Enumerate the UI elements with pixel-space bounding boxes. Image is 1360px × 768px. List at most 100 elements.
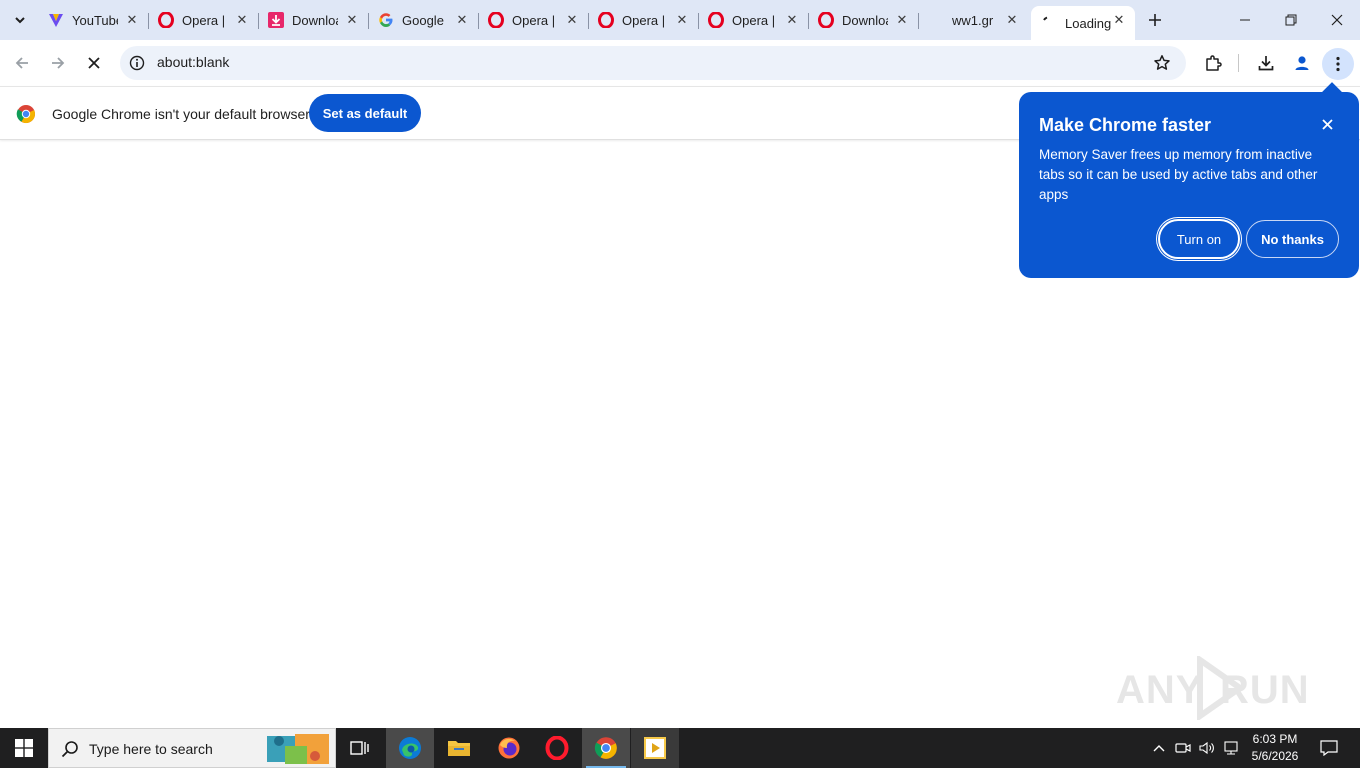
no-thanks-button[interactable]: No thanks [1246, 220, 1339, 258]
tab-title: Opera | [182, 12, 226, 28]
tray-network[interactable] [1220, 728, 1242, 768]
tab-title: Download [292, 12, 338, 28]
tab-title: YouTube [72, 12, 118, 28]
notification-icon [1320, 740, 1338, 756]
stop-loading-button[interactable] [80, 49, 108, 77]
minimize-icon [1240, 19, 1250, 21]
loading-spinner-icon [1041, 15, 1057, 31]
tab-title: Google [402, 12, 444, 28]
close-icon [1331, 14, 1343, 26]
infobar-message: Google Chrome isn't your default browser [52, 106, 310, 122]
set-as-default-button[interactable]: Set as default [309, 94, 421, 132]
back-button[interactable] [8, 49, 36, 77]
turn-on-button[interactable]: Turn on [1158, 219, 1240, 259]
tab-9[interactable]: ww1.gr ✕ [918, 6, 1028, 34]
forward-arrow-icon [52, 57, 65, 69]
tab-title: ww1.gr [952, 12, 994, 28]
tab-2[interactable]: Opera | ✕ [148, 6, 259, 34]
edge-icon [399, 737, 421, 759]
restore-button[interactable] [1268, 0, 1314, 40]
tab-5[interactable]: Opera | ✕ [478, 6, 589, 34]
taskbar-chrome[interactable] [582, 728, 630, 768]
windows-logo-icon [15, 739, 33, 757]
close-tab-icon[interactable]: ✕ [344, 12, 360, 28]
start-button[interactable] [0, 728, 48, 768]
extensions-button[interactable] [1199, 49, 1227, 77]
tab-search-button[interactable] [6, 6, 34, 34]
notifications-button[interactable] [1314, 728, 1344, 768]
close-tab-icon[interactable]: ✕ [454, 12, 470, 28]
chrome-menu-button[interactable] [1322, 48, 1354, 80]
url-text[interactable]: about:blank [157, 54, 229, 70]
minimize-button[interactable] [1222, 0, 1268, 40]
stop-icon [88, 57, 100, 69]
tab-3[interactable]: Download ✕ [258, 6, 369, 34]
close-tab-icon[interactable]: ✕ [894, 12, 910, 28]
restore-icon [1285, 14, 1297, 26]
chrome-logo-icon [16, 105, 36, 124]
screen: YouTube ✕ Opera | ✕ Download ✕ [0, 0, 1360, 768]
close-tab-icon[interactable]: ✕ [234, 12, 250, 28]
profile-avatar-icon [1295, 56, 1309, 70]
bubble-title: Make Chrome faster [1039, 115, 1212, 135]
firefox-icon [498, 737, 520, 759]
close-bubble-button[interactable] [1317, 114, 1337, 134]
task-view-button[interactable] [336, 728, 384, 768]
kebab-menu-icon [1336, 56, 1340, 72]
opera-icon [488, 12, 504, 28]
profile-button[interactable] [1288, 49, 1316, 77]
opera-icon [545, 736, 569, 760]
tab-1[interactable]: YouTube ✕ [38, 6, 149, 34]
media-player-icon [644, 737, 666, 759]
tab-title: Download [842, 12, 888, 28]
toolbar: about:blank [0, 40, 1360, 86]
forward-button[interactable] [44, 49, 72, 77]
tab-title: Opera | [512, 12, 556, 28]
taskbar-edge[interactable] [386, 728, 434, 768]
taskbar-opera[interactable] [533, 728, 581, 768]
chevron-up-icon [1153, 745, 1165, 752]
vpn-icon [48, 12, 64, 28]
search-placeholder: Type here to search [89, 741, 213, 757]
search-highlight-puzzle-icon [267, 734, 329, 764]
opera-icon [158, 12, 174, 28]
tab-6[interactable]: Opera | ✕ [588, 6, 699, 34]
volume-icon [1199, 741, 1214, 755]
downloads-button[interactable] [1252, 49, 1280, 77]
close-tab-icon[interactable]: ✕ [1004, 12, 1020, 28]
tray-volume[interactable] [1196, 728, 1218, 768]
taskbar-clock[interactable]: 6:03 PM 5/6/2026 [1246, 731, 1304, 765]
site-info-icon[interactable] [128, 54, 146, 72]
taskbar-file-explorer[interactable] [435, 728, 483, 768]
bookmark-star-icon[interactable] [1152, 53, 1172, 73]
tab-10-active[interactable]: Loading ✕ [1031, 6, 1135, 40]
bubble-body: Memory Saver frees up memory from inacti… [1039, 147, 1318, 202]
download-icon [1258, 56, 1274, 71]
folder-icon [448, 741, 470, 756]
tab-7[interactable]: Opera | ✕ [698, 6, 809, 34]
close-window-button[interactable] [1314, 0, 1360, 40]
memory-saver-promo-bubble: Make Chrome faster Memory Saver frees up… [1019, 92, 1359, 278]
tab-4[interactable]: Google ✕ [368, 6, 479, 34]
tab-title: Opera | [732, 12, 776, 28]
close-icon [1321, 118, 1333, 130]
new-tab-button[interactable] [1142, 7, 1168, 33]
close-tab-icon[interactable]: ✕ [1111, 12, 1127, 28]
taskbar-media-app[interactable] [631, 728, 679, 768]
tab-title: Loading [1065, 15, 1111, 31]
show-hidden-icons-button[interactable] [1150, 728, 1168, 768]
taskbar-search-box[interactable]: Type here to search [48, 728, 336, 768]
puzzle-icon [1206, 55, 1222, 71]
tray-meet-now[interactable] [1172, 728, 1194, 768]
address-bar[interactable]: about:blank [120, 46, 1186, 80]
opera-icon [818, 12, 834, 28]
tab-8[interactable]: Download ✕ [808, 6, 919, 34]
close-tab-icon[interactable]: ✕ [784, 12, 800, 28]
taskbar-firefox[interactable] [485, 728, 533, 768]
search-icon [61, 741, 78, 758]
close-tab-icon[interactable]: ✕ [674, 12, 690, 28]
blank-icon [928, 12, 944, 28]
close-tab-icon[interactable]: ✕ [564, 12, 580, 28]
watermark-right-text: RUN [1220, 668, 1310, 712]
close-tab-icon[interactable]: ✕ [124, 12, 140, 28]
